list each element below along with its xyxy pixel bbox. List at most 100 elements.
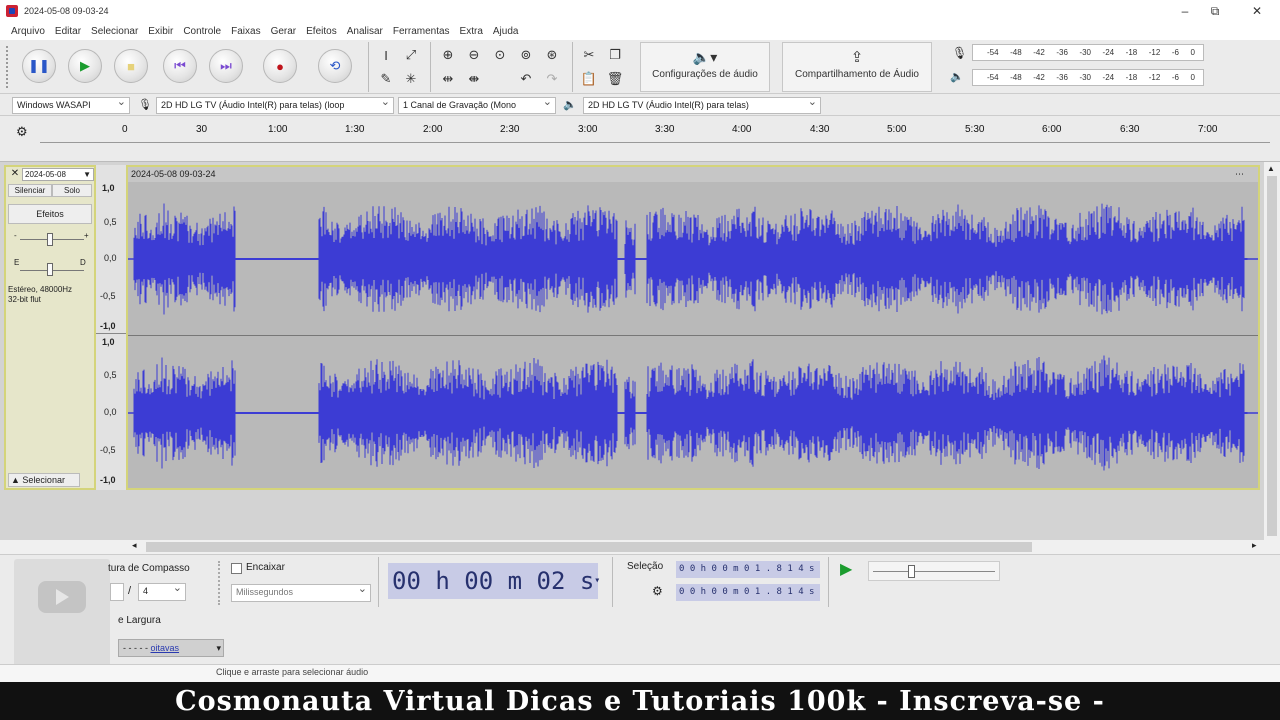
play-at-speed-button[interactable]: ▶ <box>840 559 852 579</box>
menu-generate[interactable]: Gerar <box>266 26 302 37</box>
trash-icon: 🗑 <box>606 71 624 86</box>
toolbar-grip[interactable] <box>6 46 10 88</box>
menu-help[interactable]: Ajuda <box>488 26 524 37</box>
time-signature-denominator[interactable]: 4 <box>138 583 186 601</box>
playback-meter[interactable]: -54 -48 -42 -36 -30 -24 -18 -12 -6 0 <box>972 69 1204 86</box>
menu-analyze[interactable]: Analisar <box>342 26 388 37</box>
selection-start-field[interactable]: 0 0 h 0 0 m 0 1 . 8 1 4 s <box>676 561 820 578</box>
envelope-tool-button[interactable]: ⤢ <box>400 44 422 66</box>
meter-tick: -36 <box>1056 48 1068 57</box>
toolbar-grip[interactable] <box>218 561 220 605</box>
track-effects-button[interactable]: Efeitos <box>8 204 92 224</box>
horizontal-scrollbar[interactable]: ◂ ▸ <box>130 540 1264 554</box>
recording-meter[interactable]: -54 -48 -42 -36 -30 -24 -18 -12 -6 0 <box>972 44 1204 61</box>
copy-button[interactable]: ❐ <box>604 44 626 66</box>
meter-tick: -24 <box>1102 48 1115 57</box>
zoom-toggle-button[interactable]: ⊛ <box>541 44 563 66</box>
amplitude-scale[interactable]: 1,0 0,5 0,0 -0,5 -1,0 1,0 0,5 0,0 -0,5 -… <box>96 165 126 490</box>
menu-tools[interactable]: Ferramentas <box>388 26 455 37</box>
fit-project-button[interactable]: ⊚ <box>515 44 537 66</box>
horizontal-scroll-thumb[interactable] <box>146 542 1032 552</box>
play-button[interactable]: ▶ <box>68 49 102 83</box>
vertical-scroll-thumb[interactable] <box>1267 176 1277 536</box>
gain-slider-thumb[interactable] <box>47 233 53 246</box>
recording-channels-select[interactable]: 1 Canal de Gravação (Mono <box>398 97 556 114</box>
clip-title-bar[interactable]: 2024-05-08 09-03-24 ⋯ <box>128 167 1258 182</box>
skip-to-end-button[interactable]: ⏭ <box>209 49 243 83</box>
silence-selection-button[interactable]: ⇼ <box>463 68 485 90</box>
menu-file[interactable]: Arquivo <box>6 26 50 37</box>
pan-slider-thumb[interactable] <box>47 263 53 276</box>
share-audio-button[interactable]: ⇪ Compartilhamento de Áudio <box>782 42 932 92</box>
undo-button[interactable]: ↶ <box>515 68 537 90</box>
menu-edit[interactable]: Editar <box>50 26 86 37</box>
playback-device-select[interactable]: 2D HD LG TV (Áudio Intel(R) para telas) <box>583 97 821 114</box>
ruler-tick-label: 1:00 <box>268 124 288 135</box>
audio-host-select[interactable]: Windows WASAPI <box>12 97 130 114</box>
loop-button[interactable]: ⟲ <box>318 49 352 83</box>
draw-tool-button[interactable]: ✎ <box>375 68 397 90</box>
timeline-settings-icon[interactable]: ⚙ <box>16 124 28 140</box>
gain-minus-icon: - <box>14 231 17 240</box>
menu-extra[interactable]: Extra <box>455 26 488 37</box>
snap-checkbox[interactable] <box>231 563 242 574</box>
track-name-menu[interactable]: 2024-05-08 ▼ <box>22 168 94 181</box>
scale-label: 1,0 <box>102 183 115 193</box>
menu-tracks[interactable]: Faixas <box>226 26 265 37</box>
track-control-panel[interactable]: ✕ 2024-05-08 ▼ Silenciar Solo Efeitos - +… <box>4 165 96 490</box>
trim-outside-button[interactable]: ⇹ <box>437 68 459 90</box>
waveform-clip[interactable]: 2024-05-08 09-03-24 ⋯ <box>126 165 1260 490</box>
fit-project-icon: ⊚ <box>520 47 532 62</box>
track-name: 2024-05-08 <box>25 170 66 179</box>
maximize-button[interactable]: ⧉ <box>1196 0 1234 22</box>
time-display[interactable]: 00 h 00 m 02 s▾ <box>388 563 600 599</box>
time-format-dropdown-icon[interactable]: ▾ <box>594 575 600 586</box>
paste-button[interactable]: 📋 <box>578 68 600 90</box>
clip-menu-icon[interactable]: ⋯ <box>1235 167 1244 182</box>
cut-button[interactable]: ✂ <box>578 44 600 66</box>
envelope-icon: ⤢ <box>405 47 417 62</box>
meter-tick: -30 <box>1079 48 1091 57</box>
select-track-button[interactable]: ▲ Selecionar <box>8 473 80 487</box>
selection-end-field[interactable]: 0 0 h 0 0 m 0 1 . 8 1 4 s <box>676 584 820 601</box>
fit-selection-button[interactable]: ⊙ <box>489 44 511 66</box>
scroll-right-icon[interactable]: ▸ <box>1252 540 1257 551</box>
snap-unit-select[interactable]: Milissegundos <box>231 584 371 602</box>
menu-select[interactable]: Selecionar <box>86 26 143 37</box>
time-signature-numerator[interactable] <box>110 583 124 601</box>
delete-button[interactable]: 🗑 <box>604 68 626 90</box>
menu-effects[interactable]: Efeitos <box>301 26 342 37</box>
scroll-up-icon[interactable]: ▲ <box>1267 164 1275 173</box>
multi-tool-button[interactable]: ✳ <box>400 68 422 90</box>
spectral-width-field[interactable]: - - - - - oitavas ▾ <box>118 639 224 657</box>
menu-transport[interactable]: Controle <box>178 26 226 37</box>
speed-slider-thumb[interactable] <box>908 565 915 578</box>
menu-view[interactable]: Exibir <box>143 26 178 37</box>
play-speed-slider[interactable] <box>868 561 1000 581</box>
timeline-ruler[interactable]: ⚙ 0 30 1:00 1:30 2:00 2:30 3:00 3:30 4:0… <box>0 116 1280 162</box>
selection-tool-button[interactable]: I <box>375 44 397 66</box>
close-window-button[interactable]: ✕ <box>1238 0 1276 22</box>
redo-button[interactable]: ↷ <box>541 68 563 90</box>
channel-divider <box>96 333 126 334</box>
stop-button[interactable]: ■ <box>114 49 148 83</box>
solo-button[interactable]: Solo <box>52 184 92 197</box>
zoom-out-button[interactable]: ⊖ <box>463 44 485 66</box>
selection-settings-icon[interactable]: ⚙ <box>652 584 663 598</box>
skip-to-start-button[interactable]: ⏮ <box>163 49 197 83</box>
mute-button[interactable]: Silenciar <box>8 184 52 197</box>
paste-icon: 📋 <box>580 71 598 86</box>
audio-settings-button[interactable]: 🔈▾ Configurações de áudio <box>640 42 770 92</box>
pause-button[interactable]: ❚❚ <box>22 49 56 83</box>
scroll-left-icon[interactable]: ◂ <box>132 540 137 551</box>
ruler-tick-label: 2:00 <box>423 124 443 135</box>
recording-device-select[interactable]: 2D HD LG TV (Áudio Intel(R) para telas) … <box>156 97 394 114</box>
select-track-label: Selecionar <box>22 475 65 485</box>
zoom-out-icon: ⊖ <box>468 47 480 62</box>
record-button[interactable]: ● <box>263 49 297 83</box>
vertical-scrollbar[interactable]: ▲ <box>1264 162 1280 540</box>
scale-label: -1,0 <box>100 475 116 485</box>
toolbar-separator <box>430 42 431 92</box>
close-track-icon[interactable]: ✕ <box>8 168 22 181</box>
zoom-in-button[interactable]: ⊕ <box>437 44 459 66</box>
